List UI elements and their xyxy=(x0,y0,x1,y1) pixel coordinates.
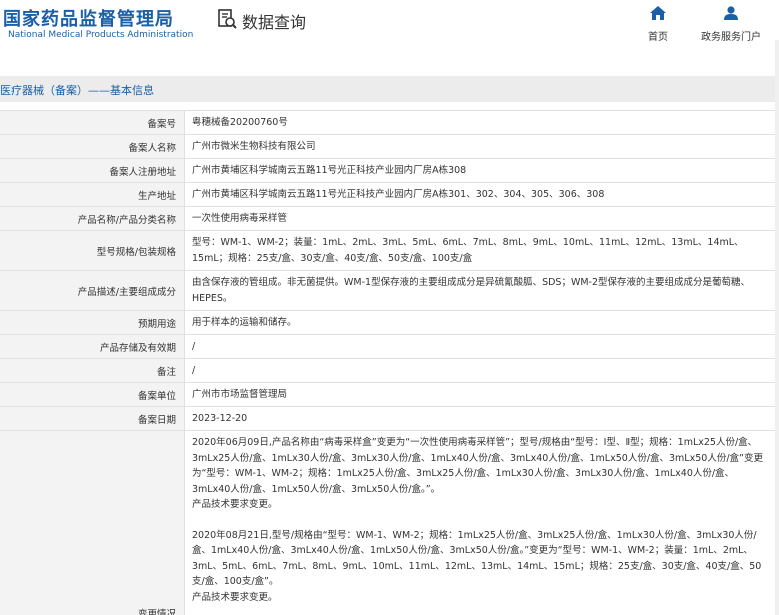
field-label: 型号规格/包装规格 xyxy=(0,231,185,270)
logo-subtitle: National Medical Products Administration xyxy=(8,30,194,40)
field-value: / xyxy=(192,364,196,376)
table-row: 产品存储及有效期 / xyxy=(0,335,775,359)
field-label: 备案单位 xyxy=(0,383,185,406)
change-history: 2020年06月09日,产品名称由“病毒采样盒”变更为“一次性使用病毒采样管”；… xyxy=(185,431,775,615)
data-query-label: 数据查询 xyxy=(242,13,307,32)
section-title: 医疗器械（备案）——基本信息 xyxy=(0,84,154,97)
nav-home-label: 首页 xyxy=(648,32,668,43)
record-table: 备案号 粤穗械备20200760号 备案人名称 广州市微米生物科技有限公司 备案… xyxy=(0,110,775,615)
field-value: 用于样本的运输和储存。 xyxy=(192,316,297,328)
data-query-link[interactable]: 数据查询 xyxy=(216,9,306,33)
field-value: 由含保存液的管组成。非无菌提供。WM-1型保存液的主要组成成分是异硫氰酸胍、SD… xyxy=(192,277,751,304)
field-value: 广州市市场监督管理局 xyxy=(192,388,288,400)
field-value: 广州市黄埔区科学城南云五路11号光正科技产业园内厂房A栋301、302、304、… xyxy=(192,188,605,200)
table-row: 备案号 粤穗械备20200760号 xyxy=(0,111,775,135)
section-header: 医疗器械（备案）——基本信息 xyxy=(0,76,779,102)
home-icon xyxy=(648,6,668,23)
table-row: 备案人名称 广州市微米生物科技有限公司 xyxy=(0,135,775,159)
table-row: 备案日期 2023-12-20 xyxy=(0,407,775,431)
field-label: 变更情况 xyxy=(0,431,185,615)
field-label: 预期用途 xyxy=(0,311,185,334)
field-label: 产品名称/产品分类名称 xyxy=(0,207,185,230)
table-row: 备案单位 广州市市场监督管理局 xyxy=(0,383,775,407)
table-row: 生产地址 广州市黄埔区科学城南云五路11号光正科技产业园内厂房A栋301、302… xyxy=(0,183,775,207)
table-row: 产品名称/产品分类名称 一次性使用病毒采样管 xyxy=(0,207,775,231)
search-document-icon xyxy=(216,8,238,34)
change-paragraph: 产品技术要求变更。 xyxy=(192,591,278,603)
field-label: 产品存储及有效期 xyxy=(0,335,185,358)
field-value: 2023-12-20 xyxy=(192,412,248,424)
table-row: 预期用途 用于样本的运输和储存。 xyxy=(0,311,775,335)
change-paragraph: 产品技术要求变更。 xyxy=(192,499,278,510)
nav-service-portal[interactable]: 政务服务门户 xyxy=(701,6,761,43)
field-value: 广州市黄埔区科学城南云五路11号光正科技产业园内厂房A栋308 xyxy=(192,164,467,176)
field-value: / xyxy=(192,340,196,352)
table-row: 备案人注册地址 广州市黄埔区科学城南云五路11号光正科技产业园内厂房A栋308 xyxy=(0,159,775,183)
field-label: 备案号 xyxy=(0,111,185,134)
site-header: 国家药品监督管理局 National Medical Products Admi… xyxy=(0,0,779,60)
field-label: 生产地址 xyxy=(0,183,185,206)
change-paragraph: 2020年08月21日,型号/规格由“型号：WM-1、WM-2；规格：1mLx2… xyxy=(192,529,762,588)
scrollbar-track[interactable] xyxy=(775,40,779,615)
field-value: 一次性使用病毒采样管 xyxy=(192,212,288,224)
field-value: 型号：WM-1、WM-2；装量：1mL、2mL、3mL、5mL、6mL、7mL、… xyxy=(192,237,744,264)
table-row: 产品描述/主要组成成分 由含保存液的管组成。非无菌提供。WM-1型保存液的主要组… xyxy=(0,271,775,311)
table-row: 型号规格/包装规格 型号：WM-1、WM-2；装量：1mL、2mL、3mL、5m… xyxy=(0,231,775,271)
nav-service-portal-label: 政务服务门户 xyxy=(701,32,761,43)
nav-home[interactable]: 首页 xyxy=(648,6,668,43)
user-icon xyxy=(701,6,761,23)
logo-title[interactable]: 国家药品监督管理局 xyxy=(3,5,174,31)
change-paragraph: 2020年06月09日,产品名称由“病毒采样盒”变更为“一次性使用病毒采样管”；… xyxy=(192,437,763,495)
field-value: 粤穗械备20200760号 xyxy=(192,116,288,128)
field-label: 备案日期 xyxy=(0,407,185,430)
table-row: 备注 / xyxy=(0,359,775,383)
field-label: 备案人名称 xyxy=(0,135,185,158)
field-label: 备案人注册地址 xyxy=(0,159,185,182)
field-label: 备注 xyxy=(0,359,185,382)
field-value: 广州市微米生物科技有限公司 xyxy=(192,140,316,152)
field-label: 产品描述/主要组成成分 xyxy=(0,271,185,310)
table-row-change: 变更情况 2020年06月09日,产品名称由“病毒采样盒”变更为“一次性使用病毒… xyxy=(0,431,775,615)
